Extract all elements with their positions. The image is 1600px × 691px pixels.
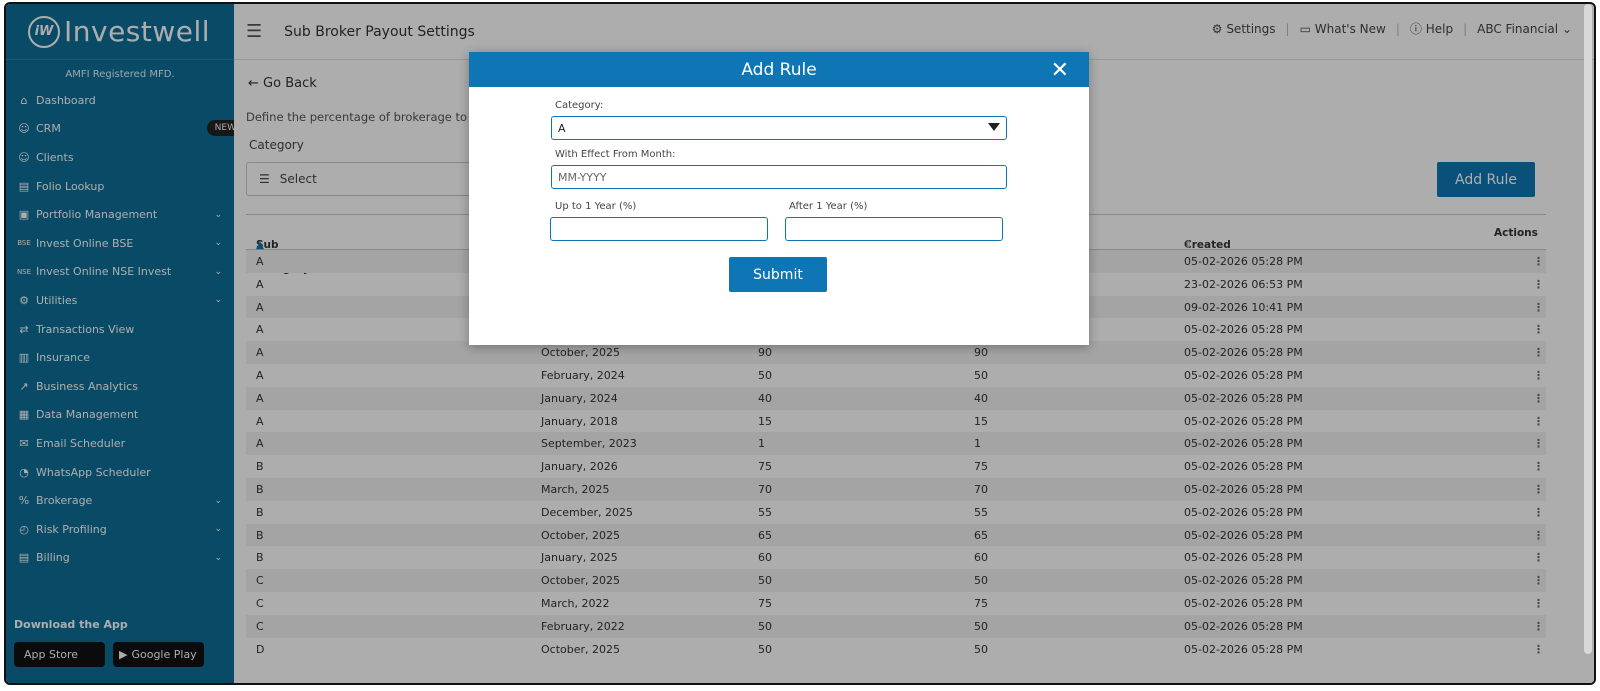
month-label: With Effect From Month:: [555, 149, 676, 160]
upto-1-year-input[interactable]: [550, 217, 768, 241]
modal-header: Add Rule ✕: [469, 52, 1089, 87]
category-dropdown[interactable]: A: [551, 116, 1007, 140]
month-placeholder: MM-YYYY: [558, 170, 607, 184]
category-value: A: [558, 121, 566, 135]
submit-button[interactable]: Submit: [729, 257, 827, 292]
after-1-year-label: After 1 Year (%): [789, 201, 868, 212]
add-rule-modal: Add Rule ✕ Category: A With Effect From …: [469, 52, 1089, 345]
close-icon[interactable]: ✕: [1051, 58, 1069, 83]
app-frame: iW Investwell AMFI Registered MFD. ⌂ Dash…: [4, 2, 1596, 685]
page-scrollbar[interactable]: [1584, 4, 1592, 654]
modal-title: Add Rule: [741, 59, 817, 80]
after-1-year-input[interactable]: [785, 217, 1003, 241]
upto-1-year-label: Up to 1 Year (%): [555, 201, 637, 212]
month-input[interactable]: MM-YYYY: [551, 165, 1007, 189]
category-label: Category:: [555, 100, 604, 111]
caret-down-icon: [988, 123, 1000, 131]
